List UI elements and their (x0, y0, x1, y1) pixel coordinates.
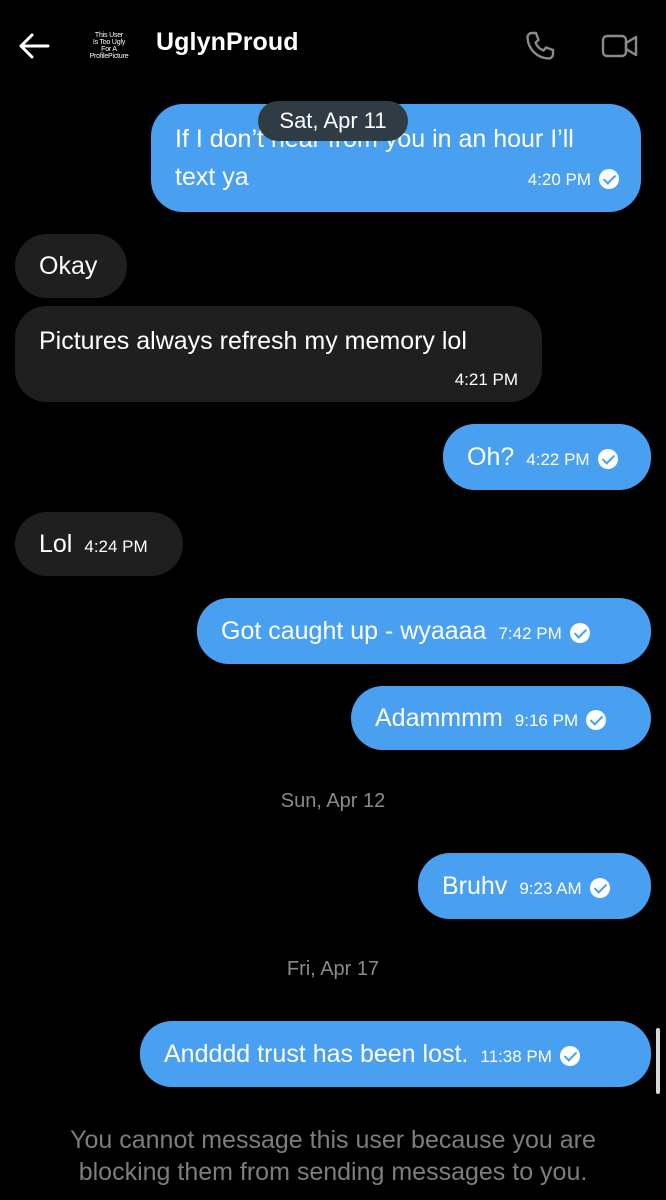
avatar-text: Is Too Ugly (92, 39, 126, 46)
date-separator: Fri, Apr 17 (286, 958, 380, 980)
read-check-icon (559, 1046, 580, 1066)
message-text: Andddd trust has been lost. (164, 1040, 469, 1068)
avatar-text: This User (94, 32, 124, 39)
floating-date-pill: Sat, Apr 11 (258, 101, 408, 141)
arrow-left-icon (19, 33, 50, 59)
message-bubble-outgoing[interactable]: Got caught up - wyaaaa 7:42 PM (197, 598, 651, 664)
video-camera-icon (601, 34, 638, 58)
call-button[interactable] (520, 26, 560, 66)
read-check-icon (589, 878, 610, 898)
message-text: Bruhv (442, 872, 508, 900)
message-bubble-incoming[interactable]: Okay (15, 234, 127, 298)
avatar[interactable]: This User Is Too Ugly For A ProfilePictu… (84, 24, 134, 68)
message-bubble-incoming[interactable]: Lol 4:24 PM (15, 512, 183, 576)
avatar-text: ProfilePicture (89, 53, 129, 60)
date-separator: Sun, Apr 12 (280, 790, 386, 812)
message-bubble-outgoing[interactable]: Bruhv 9:23 AM (418, 853, 651, 919)
message-bubble-outgoing[interactable]: Oh? 4:22 PM (443, 424, 651, 490)
conversation-thread: If I don’t hear from you in an hour I’ll… (0, 0, 666, 1200)
phone-icon (526, 31, 555, 60)
message-timestamp: 4:20 PM (528, 161, 619, 199)
contact-name[interactable]: UglynProud (156, 28, 299, 57)
read-check-icon (586, 710, 607, 730)
message-bubble-incoming[interactable]: Pictures always refresh my memory lol 4:… (15, 306, 542, 402)
blocked-notice: You cannot message this user because you… (70, 1126, 596, 1186)
message-timestamp: 11:38 PM (480, 1024, 580, 1090)
message-timestamp: 4:21 PM (454, 370, 518, 389)
message-text: text ya (175, 163, 249, 191)
video-call-button[interactable] (598, 26, 642, 66)
read-check-icon (599, 169, 619, 189)
conversation-header: This User Is Too Ugly For A ProfilePictu… (0, 0, 666, 92)
message-timestamp: 7:42 PM (498, 601, 590, 667)
message-timestamp: 4:22 PM (526, 427, 618, 493)
message-timestamp: 9:23 AM (519, 856, 610, 922)
scrollbar[interactable] (656, 1028, 660, 1094)
message-text: Got caught up - wyaaaa (221, 617, 487, 645)
read-check-icon (569, 623, 590, 643)
message-text: Okay (39, 252, 98, 280)
message-text: Lol (39, 530, 73, 558)
message-timestamp: 9:16 PM (515, 689, 607, 753)
message-bubble-outgoing[interactable]: Adammmm 9:16 PM (351, 686, 651, 750)
message-bubble-outgoing[interactable]: Andddd trust has been lost. 11:38 PM (140, 1021, 651, 1087)
message-text: Pictures always refresh my memory lol (39, 327, 467, 355)
avatar-text: For A (101, 46, 117, 53)
read-check-icon (597, 449, 618, 469)
back-button[interactable] (14, 26, 54, 66)
message-text: Oh? (467, 443, 515, 471)
message-timestamp: 4:24 PM (84, 537, 148, 556)
message-text: Adammmm (375, 704, 503, 732)
